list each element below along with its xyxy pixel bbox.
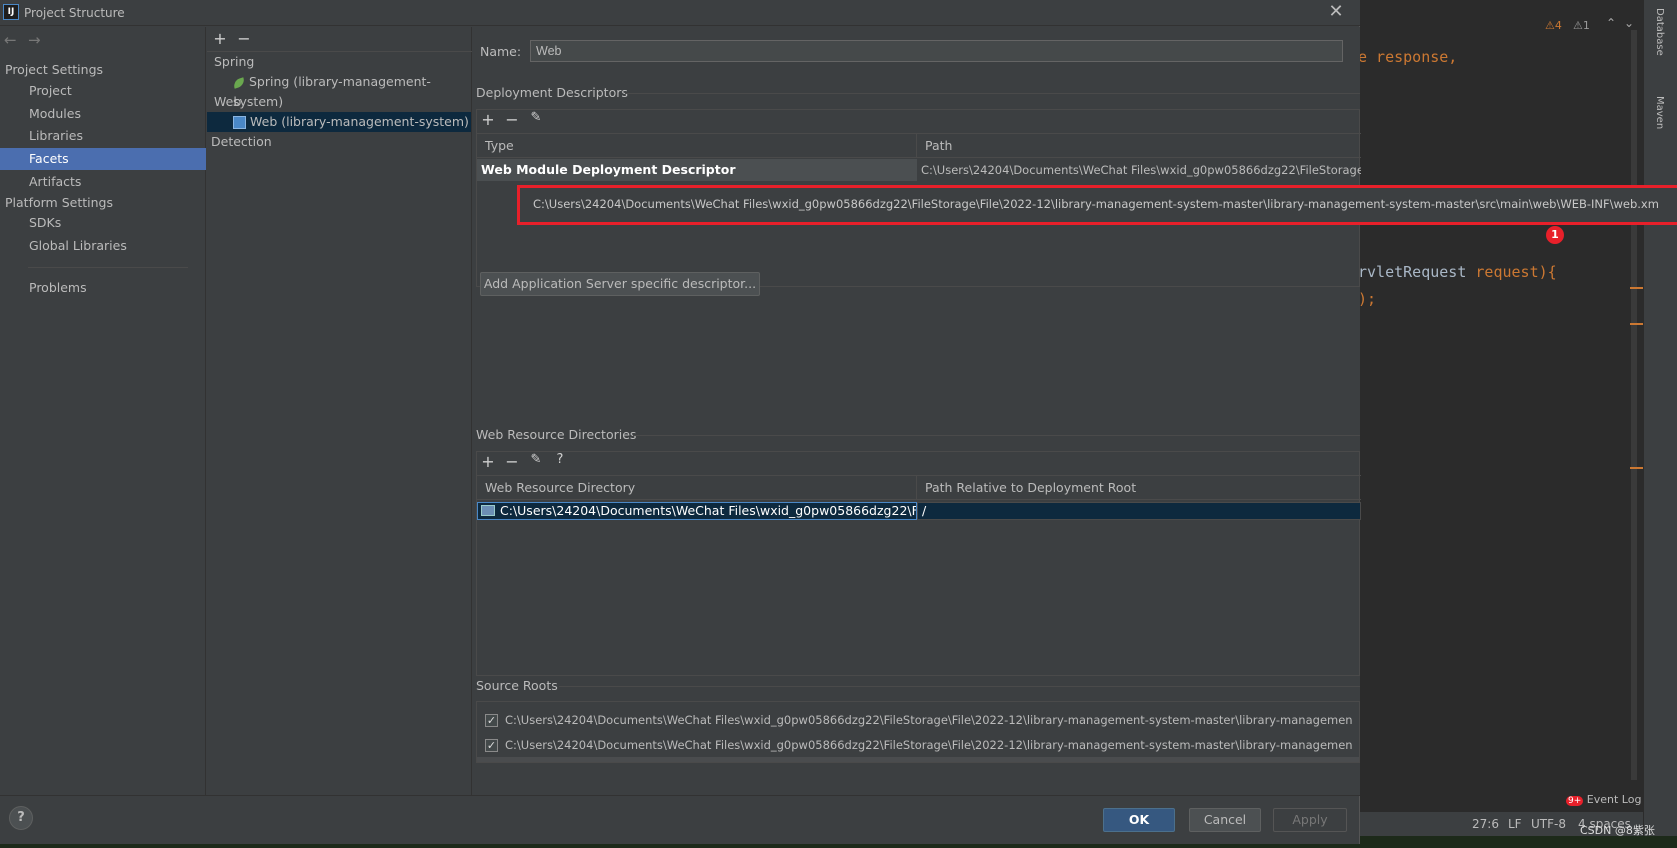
editor-scrollbar[interactable] — [1631, 30, 1637, 780]
footer-divider — [0, 795, 1360, 796]
facet-settings-panel: Name: Deployment Descriptors + − ✎ Type … — [473, 27, 1677, 795]
web-resource-dir-cell[interactable]: C:\Users\24204\Documents\WeChat Files\wx… — [477, 502, 917, 520]
checkbox[interactable]: ✓ — [485, 714, 498, 727]
group-separator — [559, 686, 1360, 687]
source-roots-title: Source Roots — [476, 678, 558, 693]
tree-item-label: Web (library-management-system) — [250, 114, 469, 129]
error-stripe-mark[interactable] — [1630, 287, 1644, 289]
code-line: e response, — [1358, 48, 1458, 66]
relative-path-cell[interactable]: / — [917, 502, 1361, 520]
tree-group-spring[interactable]: Spring — [214, 52, 469, 72]
line-separator[interactable]: LF — [1508, 817, 1522, 831]
source-root-item[interactable]: ✓ C:\Users\24204\Documents\WeChat Files\… — [485, 712, 1355, 730]
intellij-app-icon: IJ — [3, 4, 19, 20]
checkbox[interactable]: ✓ — [485, 739, 498, 752]
full-path-tooltip: C:\Users\24204\Documents\WeChat Files\wx… — [533, 197, 1659, 211]
web-resource-directories-title: Web Resource Directories — [476, 427, 637, 442]
web-resource-table-frame: + − ✎ ? Web Resource Directory Path Rela… — [476, 451, 1361, 676]
platform-settings-header: Platform Settings — [5, 195, 113, 210]
event-log-badge: 9+ — [1566, 796, 1584, 806]
column-header-relative-path[interactable]: Path Relative to Deployment Root — [917, 476, 1361, 500]
chevron-down-icon[interactable]: ⌄ — [1624, 16, 1634, 30]
name-label: Name: — [480, 44, 522, 59]
event-log-label: Event Log — [1586, 793, 1642, 806]
maven-tool-button[interactable]: Maven — [1654, 96, 1665, 129]
code-line: rvletRequest request){ — [1358, 263, 1557, 281]
error-stripe-mark[interactable] — [1630, 323, 1644, 325]
horizontal-scrollbar[interactable] — [477, 757, 1359, 762]
help-question-icon[interactable]: ? — [549, 452, 571, 467]
facet-name-input[interactable] — [530, 40, 1343, 62]
nav-item-facets[interactable]: Facets — [0, 148, 206, 170]
error-stripe-mark[interactable] — [1630, 467, 1644, 469]
group-separator — [633, 435, 1360, 436]
web-resource-dir-path: C:\Users\24204\Documents\WeChat Files\wx… — [500, 503, 917, 518]
add-facet-icon[interactable]: + — [209, 29, 231, 48]
nav-item-sdks[interactable]: SDKs — [0, 212, 206, 234]
settings-nav: ← → Project Settings Project Modules Lib… — [0, 27, 206, 795]
remove-descriptor-icon[interactable]: − — [501, 110, 523, 129]
tree-item-spring[interactable]: Spring (library-management-system) — [231, 72, 471, 109]
file-encoding[interactable]: UTF-8 — [1531, 817, 1566, 831]
apply-button[interactable]: Apply — [1273, 808, 1347, 832]
nav-item-problems[interactable]: Problems — [0, 277, 206, 299]
column-header-web-resource-directory[interactable]: Web Resource Directory — [477, 476, 917, 500]
code-type: rvletRequest — [1358, 263, 1467, 281]
source-root-path: C:\Users\24204\Documents\WeChat Files\wx… — [505, 738, 1353, 752]
column-header-type[interactable]: Type — [477, 134, 917, 158]
nav-divider — [28, 267, 188, 268]
back-arrow-icon[interactable]: ← — [4, 31, 17, 49]
ide-editor-background: ⚠4 ⚠1 ⌃ ⌄ e response, rvletRequest reque… — [1358, 0, 1677, 848]
descriptor-path-cell[interactable]: C:\Users\24204\Documents\WeChat Files\wx… — [917, 159, 1361, 181]
add-descriptor-icon[interactable]: + — [477, 110, 499, 129]
tree-group-web[interactable]: Web — [214, 92, 469, 112]
group-separator — [625, 93, 1360, 94]
project-structure-dialog: IJ Project Structure ✕ ← → Project Setti… — [0, 0, 1677, 844]
add-server-descriptor-button[interactable]: Add Application Server specific descript… — [480, 272, 760, 296]
deployment-descriptors-title: Deployment Descriptors — [476, 85, 628, 100]
remove-resource-icon[interactable]: − — [501, 452, 523, 471]
weak-warning-count[interactable]: ⚠1 — [1573, 19, 1590, 32]
nav-item-project[interactable]: Project — [0, 80, 206, 102]
nav-item-artifacts[interactable]: Artifacts — [0, 171, 206, 193]
caret-position[interactable]: 27:6 — [1472, 817, 1499, 831]
spring-leaf-icon — [231, 76, 247, 89]
warning-count[interactable]: ⚠4 — [1545, 19, 1562, 32]
facets-tree-panel: + − Spring Spring (library-management-sy… — [207, 27, 472, 795]
nav-item-global-libraries[interactable]: Global Libraries — [0, 235, 206, 257]
path-tooltip-highlight: C:\Users\24204\Documents\WeChat Files\wx… — [517, 185, 1677, 225]
forward-arrow-icon[interactable]: → — [28, 31, 41, 49]
folder-icon — [481, 505, 495, 516]
dialog-title: Project Structure — [24, 6, 125, 20]
close-icon[interactable]: ✕ — [1326, 2, 1346, 22]
remove-facet-icon[interactable]: − — [233, 29, 255, 48]
source-root-item[interactable]: ✓ C:\Users\24204\Documents\WeChat Files\… — [485, 737, 1355, 755]
edit-pencil-icon[interactable]: ✎ — [525, 452, 547, 467]
tree-item-detection[interactable]: Detection — [211, 132, 466, 152]
database-tool-button[interactable]: Database — [1654, 8, 1665, 56]
cancel-button[interactable]: Cancel — [1189, 808, 1261, 832]
watermark: CSDN @8紫张 — [1580, 824, 1655, 837]
ok-button[interactable]: OK — [1103, 808, 1175, 832]
chevron-up-icon[interactable]: ⌃ — [1606, 16, 1616, 30]
source-root-path: C:\Users\24204\Documents\WeChat Files\wx… — [505, 713, 1353, 727]
right-tool-window-strip: Database Maven — [1643, 0, 1677, 848]
tree-item-web[interactable]: Web (library-management-system) — [207, 112, 471, 132]
code-text: request){ — [1466, 263, 1557, 281]
nav-item-modules[interactable]: Modules — [0, 103, 206, 125]
event-log-link[interactable]: 9+ Event Log — [1566, 793, 1641, 806]
nav-item-libraries[interactable]: Libraries — [0, 125, 206, 147]
project-settings-header: Project Settings — [5, 62, 104, 77]
edit-pencil-icon[interactable]: ✎ — [525, 110, 547, 125]
column-header-path[interactable]: Path — [917, 134, 1361, 158]
web-facet-icon — [233, 116, 246, 129]
source-roots-list: ✓ C:\Users\24204\Documents\WeChat Files\… — [476, 701, 1360, 763]
dialog-title-bar[interactable]: IJ Project Structure ✕ — [0, 0, 1360, 26]
code-line: ); — [1358, 290, 1377, 308]
help-button[interactable]: ? — [9, 806, 33, 830]
descriptor-type-cell[interactable]: Web Module Deployment Descriptor — [477, 159, 917, 181]
annotation-badge: 1 — [1546, 226, 1564, 244]
add-resource-icon[interactable]: + — [477, 452, 499, 471]
